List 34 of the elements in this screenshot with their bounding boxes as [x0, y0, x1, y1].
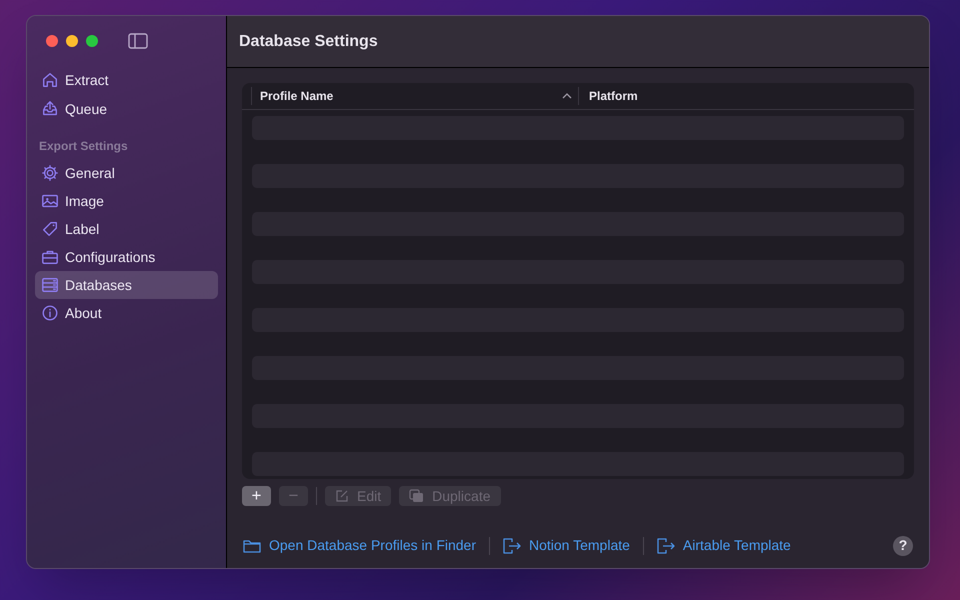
- help-button[interactable]: ?: [893, 536, 913, 556]
- link[interactable]: Airtable Template: [656, 535, 791, 556]
- sidebar-item[interactable]: Queue: [35, 95, 218, 123]
- exit-icon: [656, 538, 675, 554]
- image-icon: [41, 192, 59, 210]
- zoom-button[interactable]: [86, 35, 98, 47]
- minimize-button[interactable]: [66, 35, 78, 47]
- section-title: Export Settings: [38, 138, 129, 155]
- sidebar-item[interactable]: Label: [35, 215, 218, 243]
- add-button[interactable]: +: [242, 486, 271, 506]
- sidebar-toggle-icon[interactable]: [128, 33, 148, 49]
- link[interactable]: Notion Template: [503, 535, 630, 556]
- column-header[interactable]: Profile Name: [251, 87, 579, 105]
- edit-icon: [335, 489, 349, 503]
- database-icon: [41, 276, 59, 294]
- tag-icon: [41, 220, 59, 238]
- sidebar-item[interactable]: About: [35, 299, 218, 327]
- window-title: Database Settings: [239, 32, 378, 52]
- sidebar-item[interactable]: General: [35, 159, 218, 187]
- exit-icon: [503, 538, 521, 554]
- close-button[interactable]: [46, 35, 58, 47]
- column-header[interactable]: Platform: [579, 87, 914, 105]
- info-icon: [41, 304, 59, 322]
- duplicate-icon: [409, 489, 424, 503]
- folder-icon: [243, 538, 261, 552]
- briefcase-icon: [41, 248, 59, 266]
- link[interactable]: Open Database Profiles in Finder: [243, 535, 476, 556]
- sidebar-item[interactable]: Databases: [35, 271, 218, 299]
- sidebar-item[interactable]: Configurations: [35, 243, 218, 271]
- sidebar-item[interactable]: Image: [35, 187, 218, 215]
- home-icon: [41, 71, 59, 89]
- settings-icon: [41, 164, 59, 182]
- tray-upload-icon: [41, 100, 59, 118]
- sidebar-item[interactable]: Extract: [35, 66, 218, 94]
